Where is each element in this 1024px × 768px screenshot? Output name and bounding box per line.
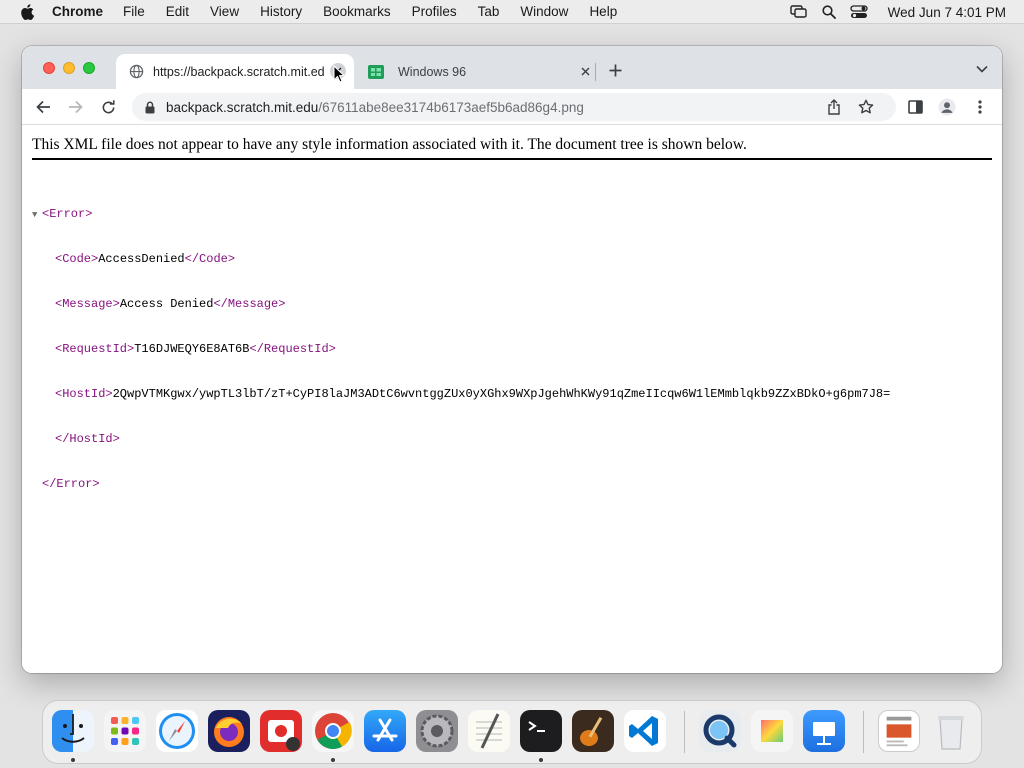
xml-requestid-line: <RequestId>T16DJWEQY6E8AT6B</RequestId> (32, 342, 890, 357)
textedit-icon[interactable] (468, 710, 510, 752)
colorsync-icon[interactable] (751, 710, 793, 752)
xml-message-value: Access Denied (119, 297, 214, 311)
profile-avatar-icon[interactable] (938, 98, 956, 116)
collapse-triangle-icon[interactable]: ▼ (32, 208, 42, 223)
dock (42, 700, 982, 764)
globe-icon (128, 64, 144, 80)
mouse-cursor-icon (333, 64, 346, 83)
xml-tag: <RequestId> (55, 342, 135, 356)
tab-title: https://backpack.scratch.mit.edu/67611ab… (153, 64, 325, 79)
xml-tag: </Message> (213, 297, 286, 311)
apple-menu-icon[interactable] (19, 3, 35, 20)
garageband-guitar-icon[interactable] (572, 710, 614, 752)
xml-style-notice: This XML file does not appear to have an… (32, 136, 992, 160)
app-store-icon[interactable] (364, 710, 406, 752)
spotlight-search-icon[interactable] (822, 5, 836, 19)
tab-title: Windows 96 (398, 64, 467, 79)
menu-file[interactable]: File (123, 4, 145, 19)
share-icon[interactable] (826, 99, 842, 115)
dock-running-indicator (331, 758, 335, 762)
trash-icon[interactable] (930, 710, 972, 752)
side-panel-icon[interactable] (906, 98, 924, 116)
xml-code-line: <Code>AccessDenied</Code> (32, 252, 890, 267)
xml-message-line: <Message>Access Denied</Message> (32, 297, 890, 312)
firefox-icon[interactable] (208, 710, 250, 752)
menu-window[interactable]: Window (520, 4, 568, 19)
windows-96-icon (368, 64, 384, 80)
screen-mirroring-icon[interactable] (789, 5, 808, 19)
control-center-icon[interactable] (850, 5, 868, 19)
keynote-icon[interactable] (803, 710, 845, 752)
xml-tag: </HostId> (55, 432, 120, 446)
dock-separator (684, 711, 685, 753)
xml-tag: </Error> (42, 477, 100, 491)
menu-help[interactable]: Help (589, 4, 617, 19)
dock-separator (863, 711, 864, 753)
xml-document-tree: ▼ <Error> <Code>AccessDenied</Code> <Mess… (32, 177, 890, 522)
menu-tab[interactable]: Tab (478, 4, 500, 19)
quicktime-icon[interactable] (699, 710, 741, 752)
browser-window: https://backpack.scratch.mit.edu/67611ab… (22, 46, 1002, 673)
dock-running-indicator (71, 758, 75, 762)
launchpad-icon[interactable] (104, 710, 146, 752)
xml-tag: </Code> (184, 252, 236, 266)
xml-hostid-close-line: </HostId> (32, 432, 890, 447)
tab-windows-96[interactable]: Windows 96 (360, 54, 592, 89)
address-bar[interactable]: backpack.scratch.mit.edu/67611abe8ee3174… (132, 93, 896, 121)
browser-toolbar: backpack.scratch.mit.edu/67611abe8ee3174… (22, 89, 1002, 125)
terminal-icon[interactable] (520, 710, 562, 752)
url-text[interactable]: backpack.scratch.mit.edu/67611abe8ee3174… (166, 100, 584, 115)
menu-app-chrome[interactable]: Chrome (52, 4, 103, 19)
menu-profiles[interactable]: Profiles (412, 4, 457, 19)
xml-tag: <Error> (42, 207, 93, 221)
tab-scratch-backpack[interactable]: https://backpack.scratch.mit.edu/67611ab… (116, 54, 354, 89)
back-arrow-icon[interactable] (34, 98, 52, 116)
xml-tag: <HostId> (55, 387, 113, 401)
xml-tag: <Message> (55, 297, 120, 311)
url-path: /67611abe8ee3174b6173aef5b6ad86g4.png (318, 99, 584, 115)
xml-tag: <Code> (55, 252, 99, 266)
photo-booth-icon[interactable] (260, 710, 302, 752)
minimize-window-button[interactable] (63, 62, 75, 74)
url-host: backpack.scratch.mit.edu (166, 99, 319, 115)
menu-history[interactable]: History (260, 4, 302, 19)
close-window-button[interactable] (43, 62, 55, 74)
forward-arrow-icon[interactable] (66, 98, 84, 116)
tab-separator (595, 63, 596, 81)
chrome-icon[interactable] (312, 710, 354, 752)
more-menu-icon[interactable] (971, 98, 989, 116)
document-thumbnail-icon[interactable] (878, 710, 920, 752)
new-tab-plus-icon[interactable] (607, 62, 623, 78)
menu-bar: Chrome File Edit View History Bookmarks … (0, 0, 1024, 24)
xml-code-value: AccessDenied (98, 252, 185, 266)
xml-error-close-line: </Error> (32, 477, 890, 492)
lock-icon[interactable] (144, 100, 156, 114)
vscode-icon[interactable] (624, 710, 666, 752)
xml-hostid-line: <HostId>2QwpVTMKgwx/ywpTL3lbT/zT+CyPI8la… (32, 387, 890, 402)
xml-error-open-line: ▼ <Error> (32, 207, 890, 222)
xml-requestid-value: T16DJWEQY6E8AT6B (134, 342, 250, 356)
zoom-window-button[interactable] (83, 62, 95, 74)
tab-strip: https://backpack.scratch.mit.edu/67611ab… (22, 46, 1002, 89)
menu-edit[interactable]: Edit (166, 4, 189, 19)
xml-tag: </RequestId> (249, 342, 336, 356)
tab-close-icon[interactable] (578, 64, 592, 78)
page-content: This XML file does not appear to have an… (22, 125, 1002, 673)
menubar-clock[interactable]: Wed Jun 7 4:01 PM (888, 5, 1006, 20)
dock-running-indicator (539, 758, 543, 762)
safari-icon[interactable] (156, 710, 198, 752)
menu-view[interactable]: View (210, 4, 239, 19)
bookmark-star-icon[interactable] (858, 99, 874, 115)
finder-icon[interactable] (52, 710, 94, 752)
system-preferences-gear-icon[interactable] (416, 710, 458, 752)
tab-search-chevron-icon[interactable] (976, 64, 988, 74)
xml-hostid-value: 2QwpVTMKgwx/ywpTL3lbT/zT+CyPI8laJM3ADtC6… (112, 387, 891, 401)
reload-icon[interactable] (99, 98, 117, 116)
menu-bookmarks[interactable]: Bookmarks (323, 4, 391, 19)
